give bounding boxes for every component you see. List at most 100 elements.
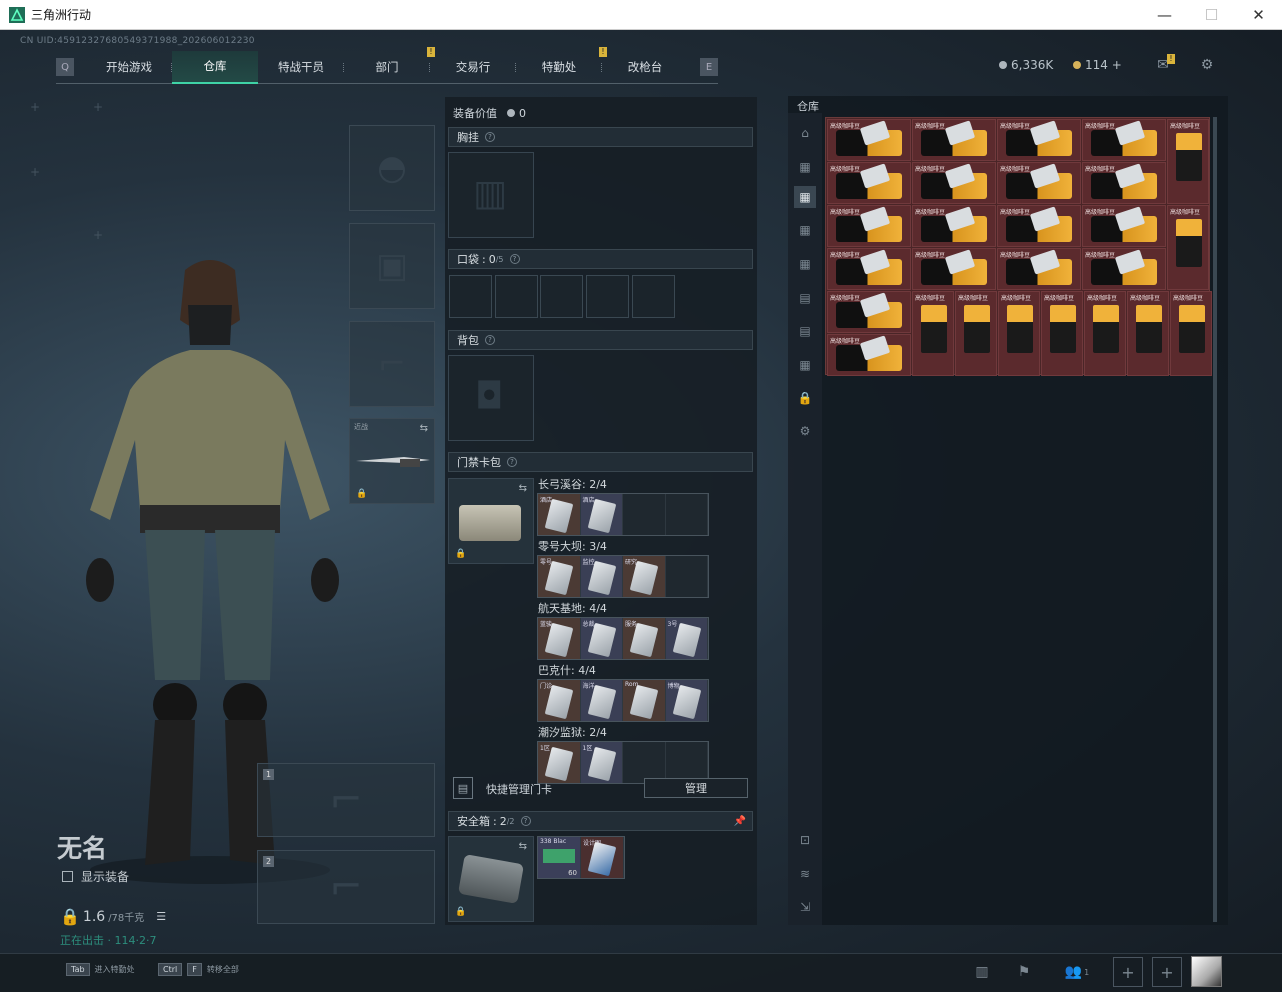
hint-transfer-all[interactable]: Ctrl F 转移全部 [158,963,239,976]
coffee-beans-item[interactable]: 高级咖啡豆 [827,119,911,161]
primary-weapon-slot-2[interactable]: 2 ⌐ [257,850,435,924]
maximize-button[interactable]: ☐ [1188,0,1235,30]
tab-trade[interactable]: 交易行 [430,51,516,84]
keycard-item[interactable]: 监控 [580,556,623,597]
coffee-beans-item[interactable]: 高级咖啡豆 [1082,248,1166,290]
coffee-beans-item[interactable]: 高级咖啡豆 [912,248,996,290]
keycard-item[interactable]: 门诊 [538,680,581,721]
keycard-item[interactable]: Rom [623,680,666,721]
warehouse-tab-5-icon[interactable]: ▤ [794,287,816,309]
minimize-button[interactable]: — [1141,0,1188,30]
pistol-slot[interactable]: ⌐ [349,321,435,407]
coffee-beans-item[interactable]: 高级咖啡豆 [912,291,954,376]
helmet-slot[interactable]: ◓ [349,125,435,211]
coffee-beans-item[interactable]: 高级咖啡豆 [997,162,1081,204]
nav-next-key[interactable]: E [700,58,718,76]
stats-icon[interactable]: ▥ [969,959,995,985]
keycard-item[interactable]: 海洋 [580,680,623,721]
add-teammate-button[interactable]: + [1152,957,1182,987]
warehouse-tab-all-icon[interactable]: ⌂ [794,122,816,144]
help-icon[interactable]: ? [485,335,495,345]
settings-gear-icon[interactable]: ⚙ [1197,56,1217,74]
tab-special-ops[interactable]: 特勤处! [516,46,607,84]
tab-start-game[interactable]: 开始游戏 [86,51,172,84]
primary-weapon-slot-1[interactable]: 1 ⌐ [257,763,435,837]
help-icon[interactable]: ? [507,457,517,467]
backpack-slot[interactable]: ◘ [448,355,534,441]
gold-currency[interactable]: 114 + [1073,58,1122,72]
coffee-beans-item[interactable]: 高级咖啡豆 [955,291,997,376]
help-icon[interactable]: ? [485,132,495,142]
coffee-beans-item[interactable]: 高级咖啡豆 [1041,291,1083,376]
coffee-beans-item[interactable]: 高级咖啡豆 [1167,205,1209,290]
close-button[interactable]: ✕ [1235,0,1282,30]
coffee-beans-item[interactable]: 高级咖啡豆 [827,334,911,376]
pocket-slot[interactable] [632,275,675,318]
help-icon[interactable]: ? [520,816,531,826]
tab-department[interactable]: 部门! [344,46,435,84]
coffee-beans-item[interactable]: 高级咖啡豆 [1170,291,1212,376]
chest-rig-slot[interactable]: ▥ [448,152,534,238]
help-icon[interactable]: ? [509,254,520,264]
flag-icon[interactable]: ⚑ [1011,959,1037,985]
avatar[interactable] [1191,956,1222,987]
warehouse-tab-7-icon[interactable]: ▦ [794,354,816,376]
tab-gunsmith[interactable]: 改枪台 [602,51,688,84]
coffee-beans-item[interactable]: 高级咖啡豆 [1127,291,1169,376]
keycard-item[interactable]: 酒店 [580,494,623,535]
coffee-beans-item[interactable]: 高级咖啡豆 [1082,119,1166,161]
coffee-beans-item[interactable]: 高级咖啡豆 [827,205,911,247]
empty-keycard-slot[interactable] [665,556,708,597]
empty-keycard-slot[interactable] [623,494,666,535]
warehouse-scrollbar[interactable] [1213,117,1217,922]
keycard-wallet-slot[interactable]: ⇆ 🔒 [448,478,534,564]
keycard-item[interactable]: 酒店 [538,494,581,535]
coffee-beans-item[interactable]: 高级咖啡豆 [1084,291,1126,376]
coffee-beans-item[interactable]: 高级咖啡豆 [997,205,1081,247]
pocket-slot[interactable] [540,275,583,318]
coffee-beans-item[interactable]: 高级咖啡豆 [827,291,911,333]
transfer-icon[interactable]: ⇲ [794,896,816,918]
coffee-beans-item[interactable]: 高级咖啡豆 [1082,205,1166,247]
pocket-slot[interactable] [449,275,492,318]
list-icon[interactable]: ☰ [156,910,166,923]
pocket-slot[interactable] [586,275,629,318]
warehouse-tab-1-icon[interactable]: ▦ [794,156,816,178]
add-teammate-button[interactable]: + [1113,957,1143,987]
friends-icon[interactable]: 👥 1 [1060,959,1094,985]
gear-icon[interactable]: ⚙ [794,420,816,442]
swap-icon[interactable]: ⇆ [519,841,527,852]
keycard-item[interactable]: 服务 [623,618,666,659]
keycard-item[interactable]: 3号 [665,618,708,659]
blueprint-item[interactable]: 设计图 [581,837,624,878]
coffee-beans-item[interactable]: 高级咖啡豆 [827,248,911,290]
ammo-item[interactable]: 338 Blac 60 [538,837,581,878]
swap-icon[interactable]: ⇆ [420,423,428,434]
nav-prev-key[interactable]: Q [56,58,74,76]
coffee-beans-item[interactable]: 高级咖啡豆 [912,119,996,161]
keycard-item[interactable]: 零号 [538,556,581,597]
show-equipment-toggle[interactable]: 显示装备 [62,868,129,885]
silver-currency[interactable]: 6,336K [999,58,1053,72]
safe-box-slot[interactable]: ⇆ 🔒 [448,836,534,922]
warehouse-tab-4-icon[interactable]: ▦ [794,253,816,275]
tab-operators[interactable]: 特战干员 [258,51,344,84]
coffee-beans-item[interactable]: 高级咖啡豆 [1082,162,1166,204]
coffee-beans-item[interactable]: 高级咖啡豆 [997,248,1081,290]
pin-icon[interactable]: 📌 [734,816,746,827]
armor-slot[interactable]: ▣ [349,223,435,309]
empty-keycard-slot[interactable] [665,494,708,535]
warehouse-tab-6-icon[interactable]: ▤ [794,320,816,342]
melee-slot[interactable]: 近战 ⇆ 🔒 [349,418,435,504]
lock-icon[interactable]: 🔒 [794,387,816,409]
tab-warehouse[interactable]: 仓库 [172,50,258,84]
coffee-beans-item[interactable]: 高级咖啡豆 [1167,119,1209,204]
coffee-beans-item[interactable]: 高级咖啡豆 [827,162,911,204]
keycard-item[interactable]: 蓝骏 [538,618,581,659]
warehouse-tab-3-icon[interactable]: ▦ [794,219,816,241]
sort-icon[interactable]: ⊡ [794,829,816,851]
keycard-item[interactable]: 研究 [623,556,666,597]
layers-icon[interactable]: ≋ [794,863,816,885]
pocket-slot[interactable] [495,275,538,318]
hint-enter-special-ops[interactable]: Tab 进入特勤处 [66,963,135,976]
